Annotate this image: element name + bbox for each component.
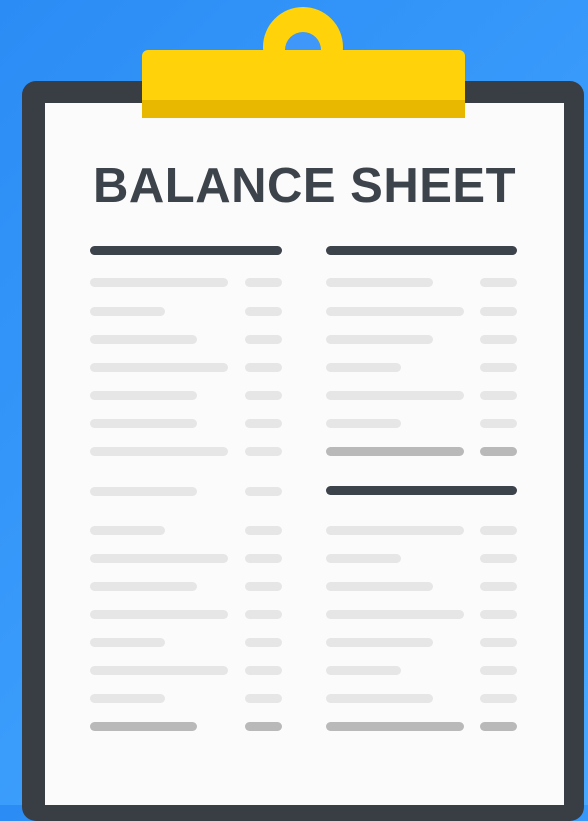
line-value-bar bbox=[245, 582, 282, 591]
line-value-bar bbox=[480, 638, 517, 647]
line-value-bar bbox=[480, 335, 517, 344]
page-title: BALANCE SHEET bbox=[92, 159, 517, 213]
line-label-bar bbox=[90, 363, 228, 372]
line-label-bar bbox=[326, 391, 464, 400]
line-value-bar bbox=[245, 447, 282, 456]
clip-base bbox=[142, 100, 465, 118]
line-value-bar bbox=[245, 278, 282, 287]
line-value-bar bbox=[480, 694, 517, 703]
line-value-bar bbox=[245, 610, 282, 619]
line-value-bar bbox=[245, 554, 282, 563]
line-label-bar bbox=[326, 335, 433, 344]
line-value-bar bbox=[480, 582, 517, 591]
line-label-bar bbox=[326, 666, 401, 675]
clip-body bbox=[142, 50, 465, 104]
line-label-bar bbox=[90, 447, 228, 456]
line-value-bar bbox=[245, 391, 282, 400]
line-value-bar bbox=[245, 419, 282, 428]
line-label-bar bbox=[90, 526, 165, 535]
line-value-bar bbox=[480, 363, 517, 372]
line-label-bar bbox=[90, 694, 165, 703]
line-label-bar bbox=[326, 419, 401, 428]
line-label-bar bbox=[326, 694, 433, 703]
line-value-bar bbox=[245, 666, 282, 675]
line-label-bar bbox=[326, 638, 433, 647]
line-label-bar bbox=[326, 554, 401, 563]
line-value-bar bbox=[480, 722, 517, 731]
line-value-bar bbox=[245, 638, 282, 647]
section-header-bar bbox=[326, 486, 517, 495]
line-value-bar bbox=[245, 487, 282, 496]
line-label-bar bbox=[90, 391, 197, 400]
section-header-bar bbox=[326, 246, 517, 255]
line-value-bar bbox=[245, 694, 282, 703]
line-label-bar bbox=[90, 278, 228, 287]
line-label-bar bbox=[90, 487, 197, 496]
line-value-bar bbox=[480, 391, 517, 400]
line-label-bar bbox=[90, 335, 197, 344]
line-value-bar bbox=[245, 722, 282, 731]
line-label-bar bbox=[90, 666, 228, 675]
line-value-bar bbox=[245, 335, 282, 344]
line-label-bar bbox=[90, 722, 197, 731]
line-label-bar bbox=[90, 419, 197, 428]
line-label-bar bbox=[90, 638, 165, 647]
line-label-bar bbox=[326, 363, 401, 372]
line-value-bar bbox=[480, 447, 517, 456]
line-value-bar bbox=[480, 278, 517, 287]
line-label-bar bbox=[90, 610, 228, 619]
line-label-bar bbox=[326, 447, 464, 456]
line-value-bar bbox=[245, 363, 282, 372]
line-value-bar bbox=[480, 419, 517, 428]
line-value-bar bbox=[480, 307, 517, 316]
line-label-bar bbox=[90, 582, 197, 591]
line-value-bar bbox=[245, 307, 282, 316]
section-header-bar bbox=[90, 246, 282, 255]
line-value-bar bbox=[245, 526, 282, 535]
line-value-bar bbox=[480, 666, 517, 675]
line-value-bar bbox=[480, 554, 517, 563]
line-value-bar bbox=[480, 526, 517, 535]
line-label-bar bbox=[326, 722, 464, 731]
line-label-bar bbox=[90, 307, 165, 316]
line-label-bar bbox=[326, 610, 464, 619]
line-label-bar bbox=[326, 582, 433, 591]
line-value-bar bbox=[480, 610, 517, 619]
line-label-bar bbox=[326, 526, 464, 535]
line-label-bar bbox=[326, 307, 464, 316]
line-label-bar bbox=[326, 278, 433, 287]
line-label-bar bbox=[90, 554, 228, 563]
